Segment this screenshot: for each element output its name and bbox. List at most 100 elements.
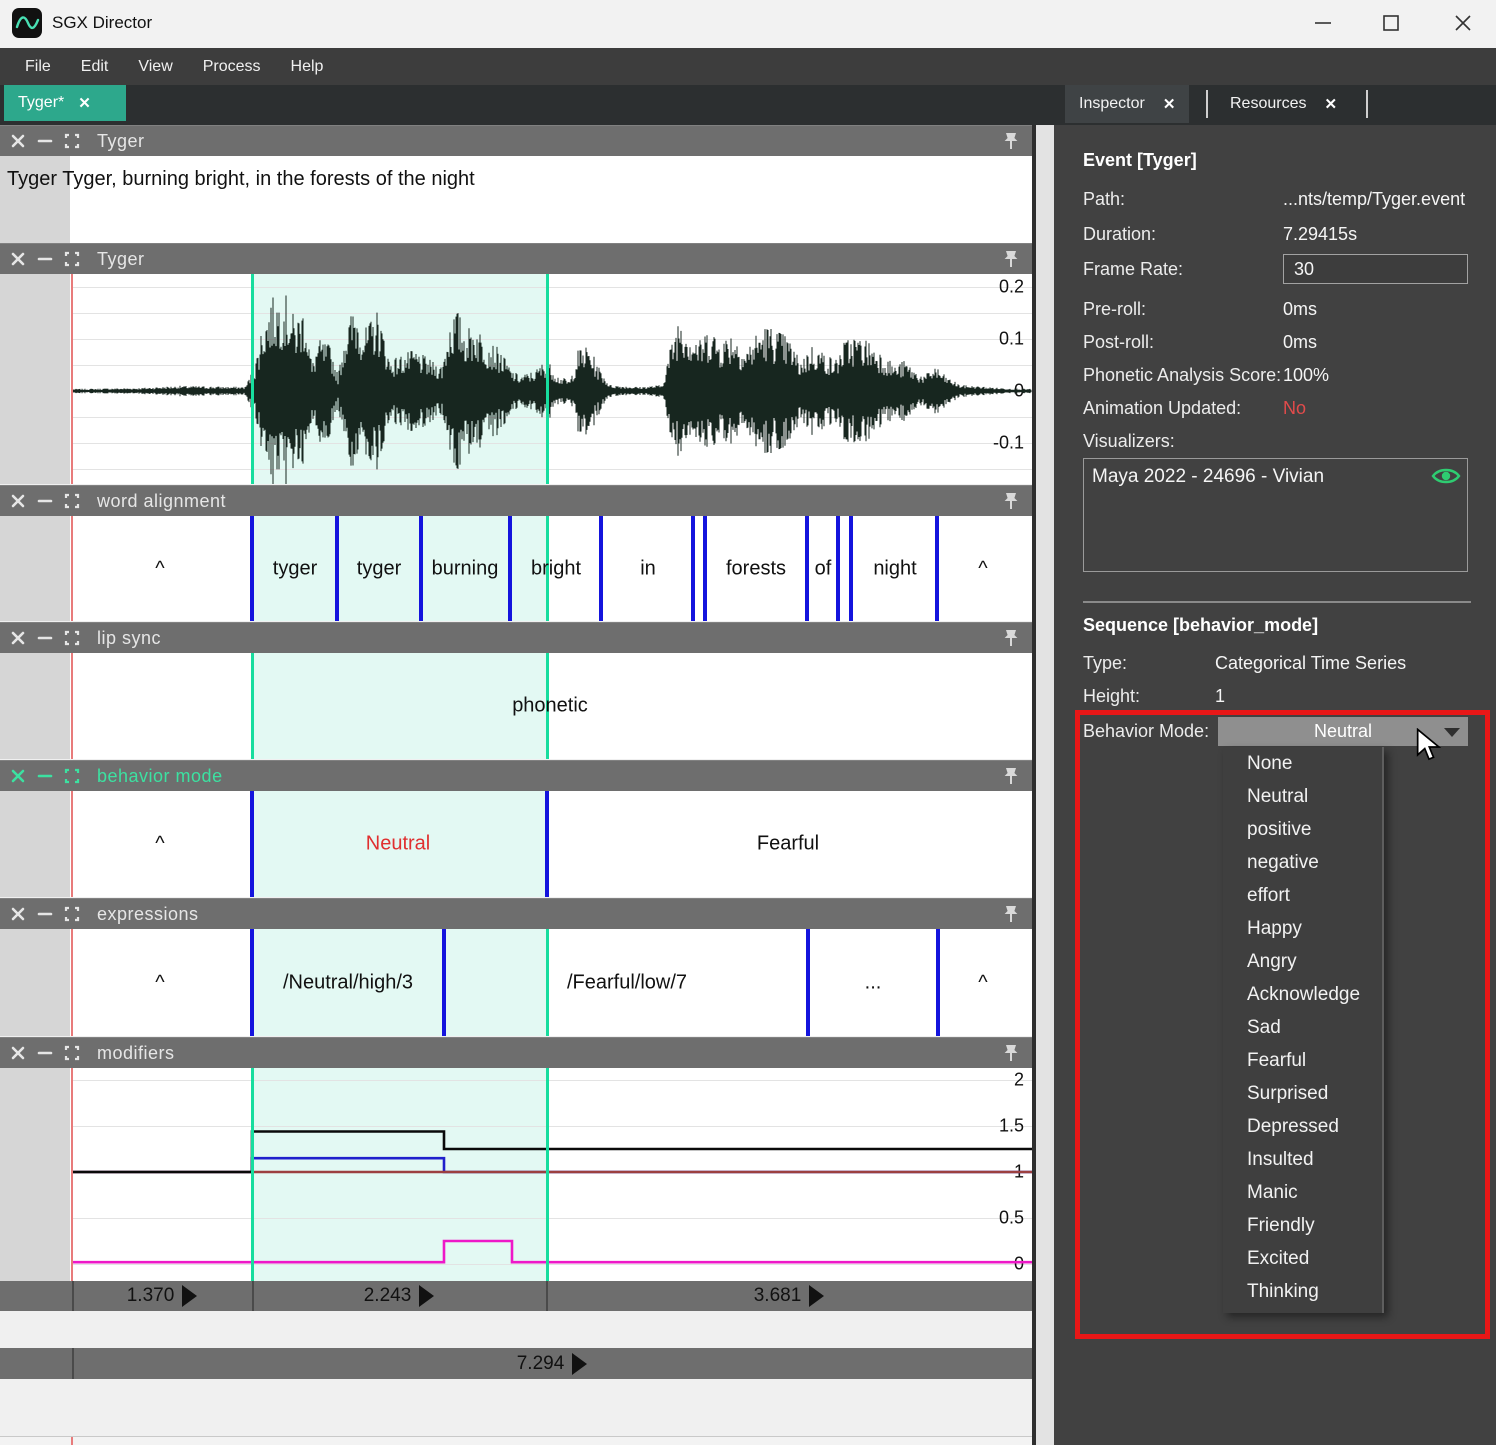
waveform-track-close-icon[interactable] xyxy=(9,250,27,268)
menu-item-view[interactable]: View xyxy=(123,48,187,85)
behavior-option-depressed[interactable]: Depressed xyxy=(1247,1110,1339,1143)
lip-sync-label: phonetic xyxy=(512,695,588,718)
window-close-button[interactable] xyxy=(1440,0,1486,46)
text-track-minimize-icon[interactable] xyxy=(36,132,54,150)
resources-tab-close-icon[interactable]: ✕ xyxy=(1324,95,1337,113)
modifiers-track-close-icon[interactable] xyxy=(9,1044,27,1062)
lip-sync-track-maximize-icon[interactable] xyxy=(63,629,81,647)
timeline-total-segment-play-icon[interactable] xyxy=(572,1353,587,1375)
inspector-tab-close-icon[interactable]: ✕ xyxy=(1163,95,1176,113)
lip-sync-track-minimize-icon[interactable] xyxy=(36,629,54,647)
behavior-option-manic[interactable]: Manic xyxy=(1247,1176,1298,1209)
tab-inspector[interactable]: Inspector ✕ xyxy=(1065,85,1189,123)
waveform-plot[interactable] xyxy=(0,274,1032,484)
lip-sync-track-close-icon[interactable] xyxy=(9,629,27,647)
timeline-segment-play-icon[interactable] xyxy=(809,1285,824,1307)
frame-rate-input[interactable]: 30 xyxy=(1283,254,1468,284)
event-section-title: Event [Tyger] xyxy=(1083,150,1197,171)
eye-icon[interactable] xyxy=(1431,465,1461,487)
behavior-option-excited[interactable]: Excited xyxy=(1247,1242,1309,1275)
text-track-title: Tyger xyxy=(97,131,145,152)
word-alignment-track-minimize-icon[interactable] xyxy=(36,492,54,510)
behavior-option-surprised[interactable]: Surprised xyxy=(1247,1077,1328,1110)
behavior-option-happy[interactable]: Happy xyxy=(1247,912,1302,945)
timeline-segment[interactable]: 3.681 xyxy=(546,1281,1032,1311)
waveform-track-pin-icon[interactable] xyxy=(1002,249,1022,271)
tab-resources[interactable]: Resources ✕ xyxy=(1216,85,1351,123)
behavior-option-none[interactable]: None xyxy=(1247,747,1292,780)
word-alignment-track-maximize-icon[interactable] xyxy=(63,492,81,510)
behavior-mode-track-minimize-icon[interactable] xyxy=(36,767,54,785)
behavior-option-angry[interactable]: Angry xyxy=(1247,945,1297,978)
behavior-option-negative[interactable]: negative xyxy=(1247,846,1319,879)
word-alignment-track-pin-icon[interactable] xyxy=(1002,491,1022,513)
expressions-track-pin-icon[interactable] xyxy=(1002,904,1022,926)
window-maximize-button[interactable] xyxy=(1368,0,1414,46)
modifiers-track-pin-icon[interactable] xyxy=(1002,1043,1022,1065)
expressions-track-boundary-line xyxy=(442,929,446,1036)
behavior-option-neutral[interactable]: Neutral xyxy=(1247,780,1308,813)
timeline-segment-play-icon[interactable] xyxy=(182,1285,197,1307)
vertical-scrollbar[interactable] xyxy=(1036,125,1054,1445)
behavior-option-thinking[interactable]: Thinking xyxy=(1247,1275,1319,1308)
timeline-segment-play-icon[interactable] xyxy=(419,1285,434,1307)
word-alignment-track-header: word alignment xyxy=(0,485,1032,516)
tab-separator xyxy=(1206,90,1208,118)
menu-item-edit[interactable]: Edit xyxy=(66,48,124,85)
lip-sync-track-pin-icon[interactable] xyxy=(1002,628,1022,650)
behavior-option-effort[interactable]: effort xyxy=(1247,879,1290,912)
behavior-mode-track-pin-icon[interactable] xyxy=(1002,766,1022,788)
timeline-segment[interactable]: 1.370 xyxy=(72,1281,252,1311)
modifiers-track-playhead xyxy=(71,1068,73,1281)
type-label: Type: xyxy=(1083,653,1127,674)
timeline-separator xyxy=(72,1348,74,1379)
modifier-curve-blue xyxy=(71,1158,1032,1172)
window-minimize-button[interactable] xyxy=(1300,0,1346,46)
behavior-option-friendly[interactable]: Friendly xyxy=(1247,1209,1315,1242)
word-alignment-track-close-icon[interactable] xyxy=(9,492,27,510)
field-value-4: 0ms xyxy=(1283,332,1317,353)
sequence-section-title: Sequence [behavior_mode] xyxy=(1083,615,1318,636)
waveform-track-maximize-icon[interactable] xyxy=(63,250,81,268)
text-track-close-icon[interactable] xyxy=(9,132,27,150)
transcript-text: Tyger Tyger, burning bright, in the fore… xyxy=(7,168,475,191)
menu-item-process[interactable]: Process xyxy=(188,48,276,85)
expression-segment-label: /Neutral/high/3 xyxy=(283,971,413,994)
type-value: Categorical Time Series xyxy=(1215,653,1406,674)
behavior-mode-track-boundary-line xyxy=(250,791,254,897)
word-alignment-track-title: word alignment xyxy=(97,491,226,512)
behavior-mode-track-close-icon[interactable] xyxy=(9,767,27,785)
behavior-option-fearful[interactable]: Fearful xyxy=(1247,1044,1306,1077)
expression-segment-label: /Fearful/low/7 xyxy=(567,971,687,994)
behavior-mode-value: Neutral xyxy=(1314,721,1372,742)
expressions-track-close-icon[interactable] xyxy=(9,905,27,923)
timeline-total-segment[interactable]: 7.294 xyxy=(72,1348,1032,1379)
text-track-maximize-icon[interactable] xyxy=(63,132,81,150)
menu-item-file[interactable]: File xyxy=(10,48,66,85)
modifiers-track-maximize-icon[interactable] xyxy=(63,1044,81,1062)
behavior-mode-dropdown[interactable]: Neutral xyxy=(1218,717,1468,746)
behavior-mode-track-header: behavior mode xyxy=(0,760,1032,791)
modifiers-track-selection-line xyxy=(251,1068,254,1281)
field-value-0: ...nts/temp/Tyger.event xyxy=(1283,189,1465,210)
menu-item-help[interactable]: Help xyxy=(276,48,339,85)
behavior-mode-track-maximize-icon[interactable] xyxy=(63,767,81,785)
visualizer-item[interactable]: Maya 2022 - 24696 - Vivian xyxy=(1092,466,1324,488)
modifiers-track-selection-line xyxy=(546,1068,549,1281)
tab-separator xyxy=(1366,90,1368,118)
modifiers-track-minimize-icon[interactable] xyxy=(36,1044,54,1062)
timeline-segment[interactable]: 2.243 xyxy=(252,1281,546,1311)
behavior-option-acknowledge[interactable]: Acknowledge xyxy=(1247,978,1360,1011)
expressions-track-maximize-icon[interactable] xyxy=(63,905,81,923)
behavior-option-sad[interactable]: Sad xyxy=(1247,1011,1281,1044)
tab-tyger[interactable]: Tyger* ✕ xyxy=(4,85,126,121)
waveform-track-minimize-icon[interactable] xyxy=(36,250,54,268)
modifiers-plot[interactable] xyxy=(0,1068,1032,1281)
waveform-track-header: Tyger xyxy=(0,243,1032,274)
behavior-option-insulted[interactable]: Insulted xyxy=(1247,1143,1314,1176)
expressions-track-minimize-icon[interactable] xyxy=(36,905,54,923)
behavior-option-positive[interactable]: positive xyxy=(1247,813,1311,846)
word-label: tyger xyxy=(357,557,401,580)
text-track-pin-icon[interactable] xyxy=(1002,131,1022,153)
tab-close-icon[interactable]: ✕ xyxy=(78,94,91,112)
